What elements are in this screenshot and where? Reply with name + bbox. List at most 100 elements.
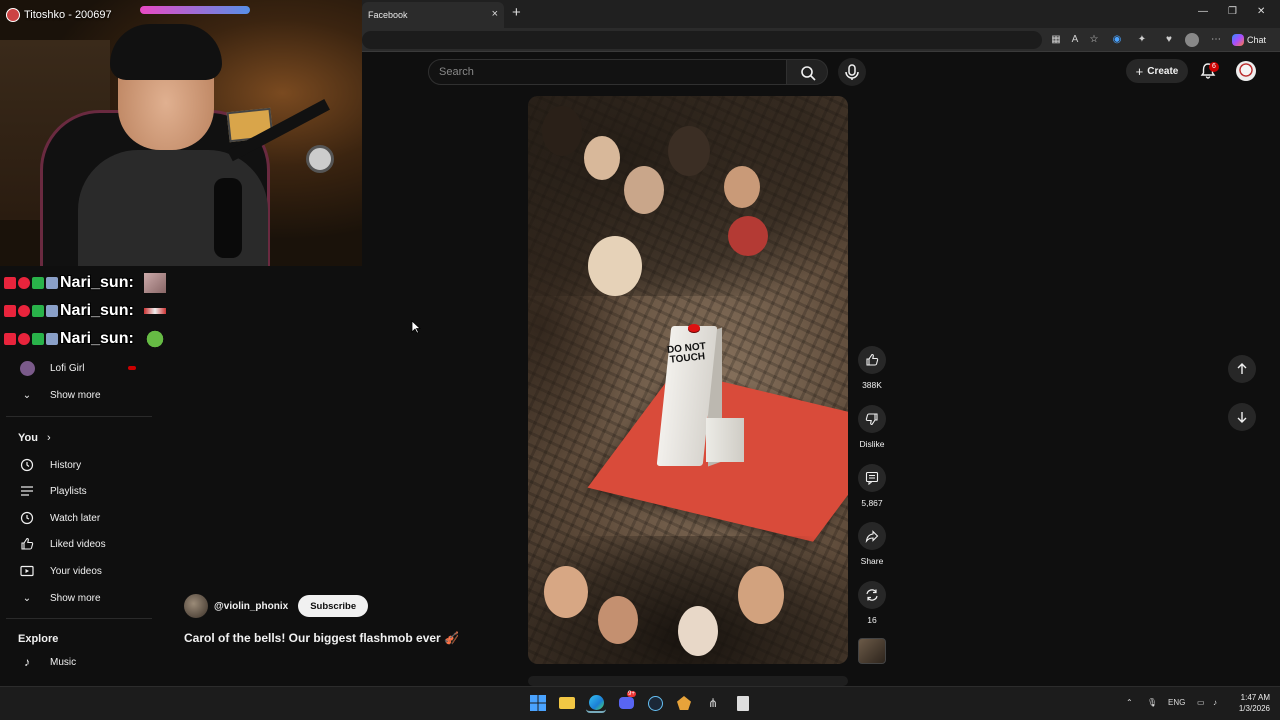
share-label: Share [860,556,884,566]
taskbar-epic-games[interactable] [733,693,753,713]
read-aloud-icon[interactable]: A [1068,33,1082,47]
copilot-chat-button[interactable]: Chat [1232,32,1266,48]
next-video-preview[interactable] [528,676,848,686]
app-icon[interactable]: ▦ [1049,33,1063,47]
heart-badge-icon [18,277,30,289]
taskbar-app[interactable]: ⋔ [703,693,723,713]
comment-icon [865,471,879,485]
dislike-label: Dislike [859,439,885,449]
playlists-icon [19,483,35,499]
extension-icon[interactable]: ◉ [1110,33,1124,47]
sidebar-item-watch-later[interactable]: Watch later [0,505,156,531]
screen: Facebook × + — ❐ ✕ ▦ A ☆ ◉ ✦ ♥ ⋯ Chat Se… [0,0,1280,720]
video-icon [19,563,35,579]
search-input[interactable]: Search [428,59,788,85]
maximize-button[interactable]: ❐ [1228,6,1237,17]
profile-icon[interactable] [1185,33,1199,47]
channel-row: @violin_phonix Subscribe [184,594,369,618]
game-app-icon [677,696,691,710]
channel-name[interactable]: @violin_phonix [214,601,288,612]
video-crowd-person [724,166,760,208]
channel-avatar[interactable] [184,594,208,618]
sidebar-item-playlists[interactable]: Playlists [0,478,156,504]
sidebar-divider [6,618,152,619]
taskbar-steam[interactable] [645,693,665,713]
taskbar-file-explorer[interactable] [557,693,577,713]
favorite-star-icon[interactable]: ☆ [1087,33,1101,47]
webcam-neon-light [140,6,250,14]
browser-tab[interactable]: Facebook × [362,2,504,28]
create-button[interactable]: + Create [1126,59,1188,83]
section-title: You [18,432,38,444]
sidebar-item-lofi-girl[interactable]: Lofi Girl [0,355,156,381]
copilot-icon [1232,34,1244,46]
discord-icon [618,697,634,709]
sidebar-item-label: Music [50,656,77,668]
chat-badge-icon [46,305,58,317]
chat-badge-icon [32,277,44,289]
start-button[interactable] [528,693,548,713]
tray-network-icon[interactable]: ▭ [1197,698,1205,707]
previous-video-button[interactable] [1228,355,1256,383]
tray-overflow-icon[interactable]: ⌃ [1126,698,1133,707]
share-button[interactable] [858,522,886,550]
extensions-puzzle-icon[interactable]: ✦ [1135,33,1149,47]
language-indicator[interactable]: ENG [1168,698,1185,707]
tray-volume-icon[interactable]: ♪ [1213,698,1217,707]
subscribe-button[interactable]: Subscribe [298,595,369,617]
address-bar[interactable] [362,31,1042,49]
comments-action[interactable]: 5,867 [858,464,886,508]
sidebar-item-your-videos[interactable]: Your videos [0,558,156,584]
taskbar-app[interactable] [674,693,694,713]
like-action[interactable]: 388K [858,346,886,390]
new-tab-button[interactable]: + [512,4,521,21]
more-menu-icon[interactable]: ⋯ [1209,33,1223,47]
webcam-microphone [214,178,242,258]
chat-emote-icon [143,308,166,314]
video-crowd-person [678,606,718,656]
taskbar-discord[interactable]: 9+ [616,691,636,713]
dislike-action[interactable]: Dislike [858,405,886,449]
create-label: Create [1147,65,1179,77]
voice-search-button[interactable] [838,58,866,86]
video-crowd-person [588,236,642,296]
sidebar-item-label: Lofi Girl [50,362,85,374]
taskbar-edge[interactable] [586,693,606,713]
sidebar-item-music[interactable]: ♪ Music [0,649,156,675]
video-crowd-person [544,566,588,618]
shorts-video-player[interactable]: DO NOT TOUCH [528,96,848,664]
windows-logo-icon [530,695,546,711]
share-action[interactable]: Share [858,522,886,566]
sidebar-item-liked-videos[interactable]: Liked videos [0,531,156,557]
comments-button[interactable] [858,464,886,492]
browser-essentials-icon[interactable]: ♥ [1162,33,1176,47]
close-window-button[interactable]: ✕ [1257,6,1265,17]
sidebar-section-you[interactable]: You › [18,432,51,444]
account-avatar[interactable] [1236,61,1256,81]
remix-button[interactable] [858,581,886,609]
sidebar-item-history[interactable]: History [0,452,156,478]
tab-close-icon[interactable]: × [492,8,498,20]
search-button[interactable] [786,59,828,85]
sidebar-item-label: Watch later [50,512,101,524]
video-crowd-person [728,216,768,256]
tray-microphone-icon[interactable]: 🎙︎ [1147,698,1157,707]
stream-chat-message: Nari_sun: [4,326,166,352]
chat-username: Nari_sun: [60,330,134,347]
chat-badge-icon [4,333,16,345]
chat-label: Chat [1247,35,1267,45]
dislike-button[interactable] [858,405,886,433]
remix-icon [866,589,878,601]
next-video-button[interactable] [1228,403,1256,431]
chat-badge-icon [46,333,58,345]
taskbar-clock[interactable]: 1:47 AM 1/3/2026 [1232,692,1270,714]
sidebar-item-label: Show more [50,389,101,401]
video-title[interactable]: Carol of the bells! Our biggest flashmob… [184,631,459,645]
sound-thumbnail[interactable] [858,638,886,664]
remix-action[interactable]: 16 [858,581,886,625]
like-button[interactable] [858,346,886,374]
clock-time: 1:47 AM [1240,693,1270,702]
show-more-you[interactable]: ⌄ Show more [0,585,156,611]
minimize-button[interactable]: — [1198,6,1208,17]
show-more-subscriptions[interactable]: ⌄ Show more [0,382,156,408]
